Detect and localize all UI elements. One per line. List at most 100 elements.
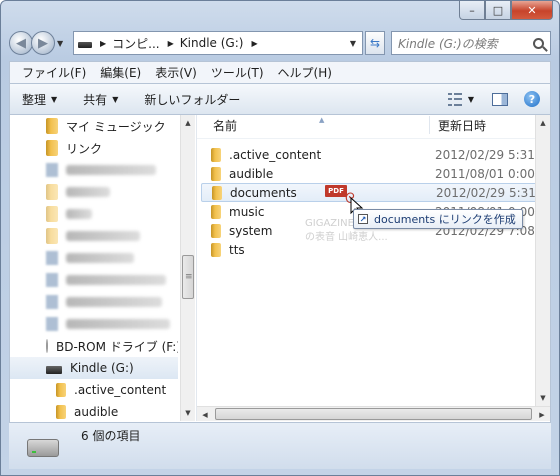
back-arrow-icon: ◀ bbox=[16, 35, 26, 51]
folder-icon bbox=[46, 184, 58, 200]
file-row[interactable]: .active_content 2012/02/29 5:31 bbox=[197, 145, 550, 164]
scrollbar-thumb[interactable] bbox=[182, 255, 194, 299]
sort-ascending-icon: ▲ bbox=[319, 116, 325, 124]
scroll-down-icon[interactable]: ▼ bbox=[181, 405, 195, 421]
folder-icon bbox=[211, 147, 221, 162]
minimize-button[interactable]: – bbox=[459, 1, 485, 20]
drag-tooltip-text: documents にリンクを作成 bbox=[374, 213, 516, 226]
preview-pane-icon[interactable] bbox=[492, 92, 508, 106]
blurred-label bbox=[66, 275, 166, 285]
folder-icon bbox=[211, 242, 221, 257]
nav-item-blurred[interactable] bbox=[10, 313, 178, 335]
recent-pages-dropdown[interactable]: ▼ bbox=[57, 39, 69, 48]
nav-item-blurred[interactable] bbox=[10, 269, 178, 291]
folder-icon bbox=[56, 383, 66, 397]
breadcrumb-separator-icon[interactable]: ▶ bbox=[168, 39, 174, 48]
horizontal-scrollbar[interactable]: ◀ ▶ bbox=[197, 406, 550, 421]
navigation-scrollbar[interactable]: ▲ ▼ bbox=[180, 115, 195, 421]
file-name: documents bbox=[230, 185, 297, 200]
search-box[interactable]: Kindle (G:)の検索 bbox=[391, 31, 551, 55]
scroll-down-icon[interactable]: ▼ bbox=[536, 390, 550, 406]
help-icon[interactable]: ? bbox=[524, 91, 540, 107]
nav-item-blurred[interactable] bbox=[10, 225, 178, 247]
menu-tools[interactable]: ツール(T) bbox=[211, 64, 264, 81]
scroll-right-icon[interactable]: ▶ bbox=[534, 407, 550, 422]
new-folder-button[interactable]: 新しいフォルダー bbox=[144, 91, 240, 108]
file-name: .active_content bbox=[229, 147, 322, 162]
view-dropdown-icon[interactable]: ▼ bbox=[468, 95, 474, 104]
nav-item-blurred[interactable] bbox=[10, 203, 178, 225]
file-date: 2012/02/29 5:31 bbox=[436, 185, 536, 200]
nav-item-blurred[interactable] bbox=[10, 291, 178, 313]
scroll-up-icon[interactable]: ▲ bbox=[536, 115, 550, 131]
search-icon[interactable] bbox=[533, 37, 544, 49]
column-header-date[interactable]: 更新日時 bbox=[429, 116, 486, 134]
view-controls: ▼ ? bbox=[447, 91, 550, 107]
nav-item-blurred[interactable] bbox=[10, 181, 178, 203]
shortcut-arrow-icon: ↗ bbox=[358, 214, 368, 224]
column-header-row: ▲ 名前 更新日時 bbox=[197, 115, 550, 139]
address-bar[interactable]: ▶ コンピ... ▶ Kindle (G:) ▶ ▼ bbox=[73, 31, 363, 55]
nav-item-bd-rom[interactable]: BD-ROM ドライブ (F:) bbox=[10, 335, 178, 357]
view-details-icon[interactable] bbox=[447, 92, 464, 106]
folder-icon bbox=[56, 405, 66, 419]
nav-item-active-content[interactable]: .active_content bbox=[10, 379, 178, 401]
nav-item-label: audible bbox=[74, 405, 119, 419]
horizontal-scrollbar-thumb[interactable] bbox=[215, 408, 532, 420]
blurred-label bbox=[66, 231, 140, 241]
nav-item-kindle[interactable]: Kindle (G:) bbox=[10, 357, 178, 379]
navigation-pane: マイ ミュージック リンク BD-ROM ドライブ (F:) Kindle (G… bbox=[10, 115, 195, 421]
scroll-up-icon[interactable]: ▲ bbox=[181, 115, 195, 131]
refresh-button[interactable]: ⇆ bbox=[365, 31, 385, 55]
file-list-pane: ▲ 名前 更新日時 .active_content 2012/02/29 5:3… bbox=[196, 115, 550, 421]
column-header-name[interactable]: 名前 bbox=[197, 117, 429, 134]
drive-icon bbox=[27, 439, 59, 457]
nav-item-label: BD-ROM ドライブ (F:) bbox=[56, 339, 178, 354]
forward-arrow-icon: ▶ bbox=[38, 35, 48, 51]
file-row[interactable]: audible 2011/08/01 0:00 bbox=[197, 164, 550, 183]
nav-item-my-music[interactable]: マイ ミュージック bbox=[10, 115, 178, 137]
blurred-label bbox=[66, 165, 156, 175]
breadcrumb-separator-icon[interactable]: ▶ bbox=[100, 39, 106, 48]
file-row[interactable]: tts bbox=[197, 240, 550, 259]
organize-button[interactable]: 整理 ▼ bbox=[22, 91, 57, 108]
music-folder-icon bbox=[46, 118, 58, 134]
close-button[interactable]: ✕ bbox=[511, 1, 553, 20]
blurred-icon bbox=[46, 273, 58, 287]
file-name: music bbox=[229, 204, 265, 219]
menu-view[interactable]: 表示(V) bbox=[155, 64, 197, 81]
menu-file[interactable]: ファイル(F) bbox=[22, 64, 86, 81]
explorer-window: – □ ✕ ◀ ▶ ▼ ▶ コンピ... ▶ Kindle (G:) ▶ ▼ ⇆… bbox=[0, 0, 560, 476]
nav-item-blurred[interactable] bbox=[10, 247, 178, 269]
breadcrumb-kindle[interactable]: Kindle (G:) bbox=[180, 36, 244, 50]
menu-edit[interactable]: 編集(E) bbox=[100, 64, 141, 81]
address-dropdown-icon[interactable]: ▼ bbox=[350, 39, 358, 48]
breadcrumb-separator-icon[interactable]: ▶ bbox=[251, 39, 257, 48]
file-row-documents-drop-target[interactable]: documents 2012/02/29 5:31 bbox=[201, 183, 546, 202]
nav-item-links[interactable]: リンク bbox=[10, 137, 178, 159]
nav-item-audible[interactable]: audible bbox=[10, 401, 178, 421]
maximize-button[interactable]: □ bbox=[485, 1, 511, 20]
drive-icon bbox=[46, 365, 62, 374]
menu-help[interactable]: ヘルプ(H) bbox=[278, 64, 332, 81]
breadcrumb-computer[interactable]: コンピ... bbox=[112, 35, 159, 52]
forward-button[interactable]: ▶ bbox=[31, 31, 55, 55]
share-button[interactable]: 共有 ▼ bbox=[83, 91, 118, 108]
scroll-left-icon[interactable]: ◀ bbox=[197, 407, 213, 422]
details-pane: 6 個の項目 bbox=[9, 423, 551, 469]
file-list-scrollbar[interactable]: ▲ ▼ bbox=[535, 115, 550, 406]
chevron-down-icon: ▼ bbox=[57, 38, 64, 48]
new-folder-label: 新しいフォルダー bbox=[144, 92, 241, 107]
back-button[interactable]: ◀ bbox=[9, 31, 33, 55]
blurred-icon bbox=[46, 317, 58, 331]
chevron-down-icon: ▼ bbox=[51, 94, 58, 104]
blurred-label bbox=[66, 297, 162, 307]
share-label: 共有 bbox=[83, 92, 108, 107]
item-count: 6 個の項目 bbox=[81, 429, 141, 443]
folder-icon bbox=[211, 166, 221, 181]
search-input[interactable]: Kindle (G:)の検索 bbox=[398, 35, 533, 52]
file-date: 2011/08/01 0:00 bbox=[435, 166, 535, 181]
nav-item-label: Kindle (G:) bbox=[70, 361, 134, 375]
organize-label: 整理 bbox=[22, 92, 47, 107]
nav-item-blurred[interactable] bbox=[10, 159, 178, 181]
